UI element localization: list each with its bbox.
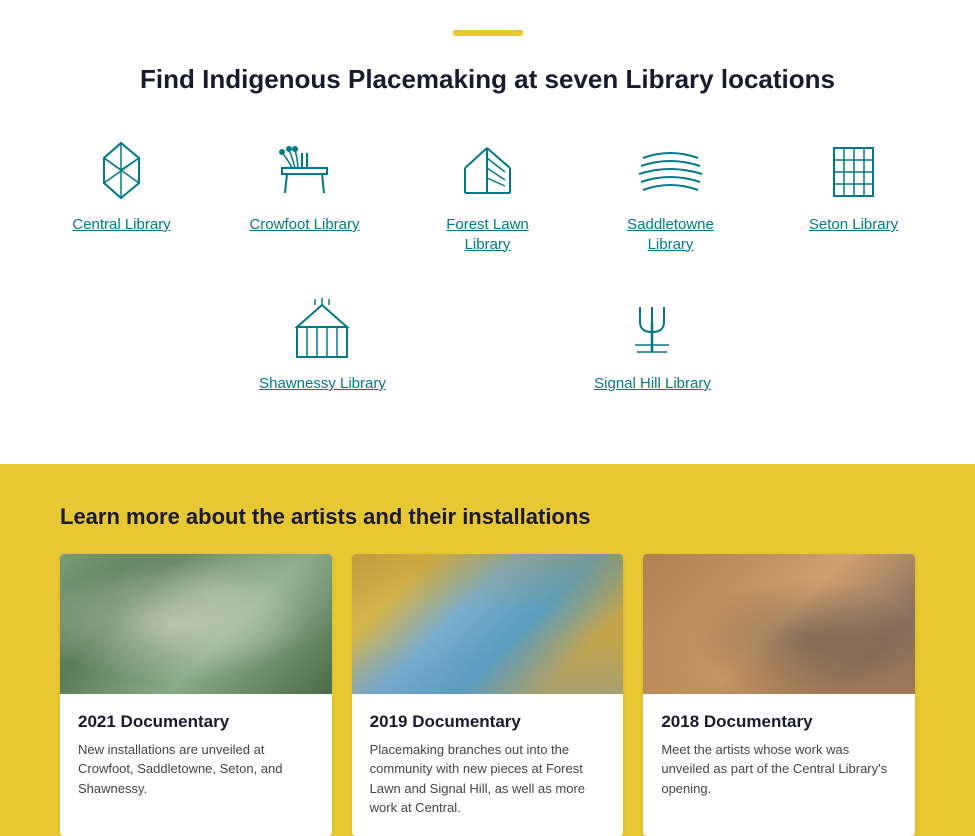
- library-item-forestlawn[interactable]: Forest Lawn Library: [426, 135, 549, 254]
- library-item-signalhill[interactable]: Signal Hill Library: [588, 294, 718, 394]
- crowfoot-library-icon: [265, 135, 345, 205]
- signalhill-library-link[interactable]: Signal Hill Library: [594, 374, 711, 394]
- libraries-row-1: Central Library: [60, 135, 915, 254]
- card-2018[interactable]: 2018 Documentary Meet the artists whose …: [643, 554, 915, 836]
- library-item-saddletowne[interactable]: Saddletowne Library: [609, 135, 732, 254]
- shawnessy-library-link[interactable]: Shawnessy Library: [259, 374, 386, 394]
- card-2019-image: [352, 554, 624, 694]
- central-library-icon: [82, 135, 162, 205]
- forestlawn-library-link[interactable]: Forest Lawn Library: [426, 215, 549, 254]
- libraries-grid: Central Library: [60, 135, 915, 424]
- central-library-link[interactable]: Central Library: [72, 215, 170, 235]
- card-2019-desc: Placemaking branches out into the commun…: [370, 740, 606, 818]
- card-2021[interactable]: 2021 Documentary New installations are u…: [60, 554, 332, 836]
- card-2019[interactable]: 2019 Documentary Placemaking branches ou…: [352, 554, 624, 836]
- card-2019-content: 2019 Documentary Placemaking branches ou…: [352, 694, 624, 836]
- cards-row: 2021 Documentary New installations are u…: [60, 554, 915, 836]
- libraries-row-2: Shawnessy Library: [60, 294, 915, 394]
- library-item-seton[interactable]: Seton Library: [792, 135, 915, 254]
- seton-library-icon: [814, 135, 894, 205]
- top-section: Find Indigenous Placemaking at seven Lib…: [0, 0, 975, 464]
- saddletowne-library-link[interactable]: Saddletowne Library: [609, 215, 732, 254]
- saddletowne-library-icon: [631, 135, 711, 205]
- signalhill-library-icon: [613, 294, 693, 364]
- card-2021-year: 2021 Documentary: [78, 712, 314, 732]
- bottom-section: Learn more about the artists and their i…: [0, 464, 975, 836]
- library-item-central[interactable]: Central Library: [60, 135, 183, 254]
- library-item-crowfoot[interactable]: Crowfoot Library: [243, 135, 366, 254]
- card-2018-desc: Meet the artists whose work was unveiled…: [661, 740, 897, 799]
- card-2021-desc: New installations are unveiled at Crowfo…: [78, 740, 314, 799]
- forestlawn-library-icon: [448, 135, 528, 205]
- shawnessy-library-icon: [283, 294, 363, 364]
- library-item-shawnessy[interactable]: Shawnessy Library: [258, 294, 388, 394]
- card-2019-year: 2019 Documentary: [370, 712, 606, 732]
- card-2018-year: 2018 Documentary: [661, 712, 897, 732]
- crowfoot-library-link[interactable]: Crowfoot Library: [249, 215, 359, 235]
- accent-bar: [453, 30, 523, 36]
- card-2021-image: [60, 554, 332, 694]
- artists-section-title: Learn more about the artists and their i…: [60, 504, 915, 530]
- seton-library-link[interactable]: Seton Library: [809, 215, 898, 235]
- card-2021-content: 2021 Documentary New installations are u…: [60, 694, 332, 817]
- main-title: Find Indigenous Placemaking at seven Lib…: [60, 64, 915, 95]
- card-2018-image: [643, 554, 915, 694]
- card-2018-content: 2018 Documentary Meet the artists whose …: [643, 694, 915, 817]
